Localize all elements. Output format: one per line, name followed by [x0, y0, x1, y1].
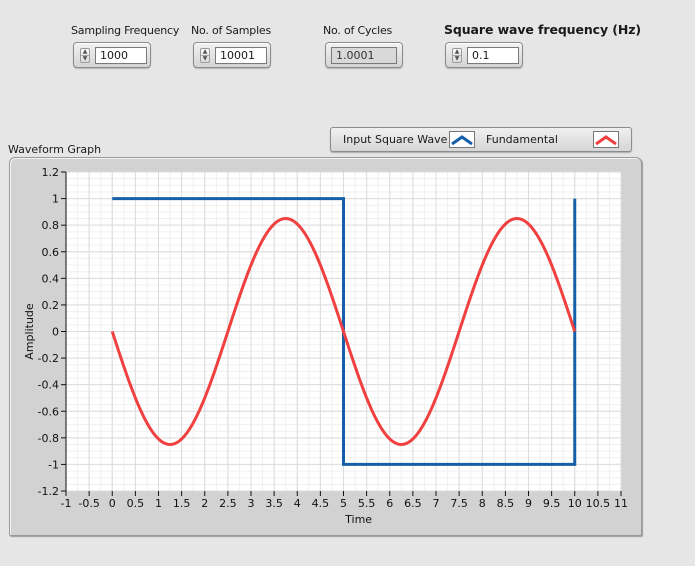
x-tick-label: 6.5 — [404, 497, 422, 510]
x-tick-label: 9.5 — [543, 497, 561, 510]
y-tick-label: -0.6 — [38, 405, 59, 418]
x-tick-label: 3.5 — [265, 497, 283, 510]
y-tick-label: 0.4 — [42, 272, 60, 285]
y-tick-label: -0.4 — [38, 379, 59, 392]
y-tick-label: -1.2 — [38, 485, 59, 498]
x-tick-label: 5.5 — [358, 497, 376, 510]
x-tick-label: -1 — [61, 497, 72, 510]
y-axis-title: Amplitude — [23, 303, 36, 360]
y-tick-label: 0.2 — [42, 299, 60, 312]
x-tick-label: 10 — [568, 497, 582, 510]
x-tick-label: 8 — [479, 497, 486, 510]
x-tick-label: 5 — [340, 497, 347, 510]
x-tick-label: 8.5 — [497, 497, 515, 510]
x-axis-title: Time — [344, 513, 372, 526]
x-tick-label: 7 — [433, 497, 440, 510]
x-tick-label: 11 — [614, 497, 628, 510]
waveform-graph[interactable]: -1 -0.5 0 0.5 1 1.5 2 2.5 3 3.5 4 4.5 5 5.5 6 6.5 7 7.5 8 8… — [0, 0, 695, 566]
x-tick-label: 10.5 — [586, 497, 611, 510]
x-tick-label: 4 — [294, 497, 301, 510]
x-tick-label: 2.5 — [219, 497, 237, 510]
x-tick-label: 1 — [155, 497, 162, 510]
y-tick-label: 0 — [52, 326, 59, 339]
x-tick-label: 6 — [386, 497, 393, 510]
x-tick-label: 0 — [109, 497, 116, 510]
x-tick-label: 9 — [525, 497, 532, 510]
x-tick-label: 3 — [248, 497, 255, 510]
x-tick-label: -0.5 — [78, 497, 99, 510]
x-tick-label: 1.5 — [173, 497, 191, 510]
x-tick-label: 2 — [201, 497, 208, 510]
y-axis-ticks: 1.2 1 0.8 0.6 0.4 0.2 0 -0.2 -0.4 -0.6 -0.8 -1 -1.2 — [38, 166, 66, 498]
y-tick-label: 0.6 — [42, 246, 60, 259]
x-axis-ticks: -1 -0.5 0 0.5 1 1.5 2 2.5 3 3.5 4 4.5 5 5.5 6 6.5 7 7.5 8 8… — [61, 491, 628, 510]
y-tick-label: -1 — [48, 458, 59, 471]
y-tick-label: 0.8 — [42, 219, 60, 232]
y-tick-label: -0.2 — [38, 352, 59, 365]
x-tick-label: 0.5 — [127, 497, 145, 510]
x-tick-label: 4.5 — [312, 497, 330, 510]
x-tick-label: 7.5 — [450, 497, 468, 510]
y-tick-label: 1 — [52, 193, 59, 206]
y-tick-label: -0.8 — [38, 432, 59, 445]
y-tick-label: 1.2 — [42, 166, 60, 179]
